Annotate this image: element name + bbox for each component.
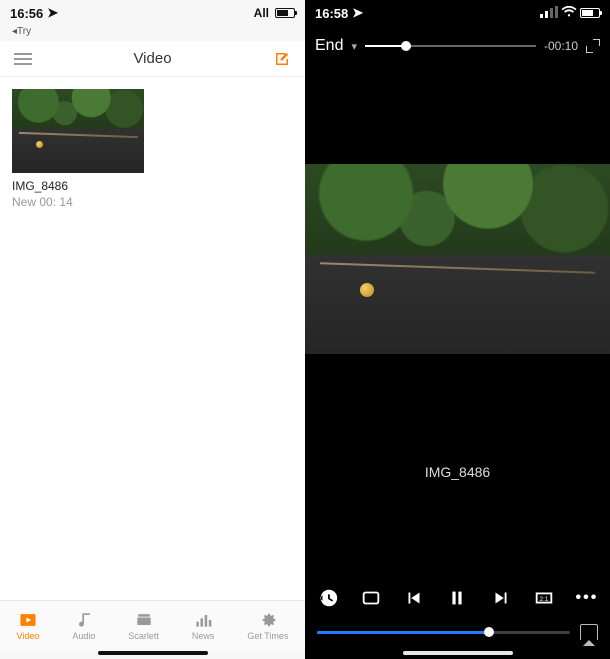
history-icon[interactable] (317, 587, 339, 609)
tab-label: Video (17, 631, 40, 641)
status-time: 16:58 (315, 6, 348, 21)
tab-label: News (192, 631, 215, 641)
thumbnail-name: IMG_8486 (12, 179, 144, 193)
play-icon (18, 611, 38, 629)
home-indicator[interactable] (0, 650, 305, 655)
aspect-ratio-icon[interactable]: 2:1 (533, 587, 555, 609)
tab-video[interactable]: Video (17, 611, 40, 641)
location-icon: ➤ (352, 5, 363, 21)
battery-icon (580, 8, 600, 18)
more-icon[interactable]: ••• (576, 587, 598, 609)
right-status-bar: 16:58 ➤ (305, 0, 610, 26)
battery-icon (275, 8, 295, 18)
chevron-down-icon[interactable]: ▾ (351, 40, 357, 53)
repeat-icon[interactable] (360, 587, 382, 609)
fullscreen-icon[interactable] (586, 39, 600, 53)
thumbnail-meta: New 00: 14 (12, 195, 144, 209)
airplay-icon[interactable] (580, 624, 598, 640)
pause-icon[interactable] (446, 587, 468, 609)
tab-label: Audio (72, 631, 95, 641)
back-breadcrumb[interactable]: ◂Try (0, 26, 305, 41)
page-title: Video (133, 50, 171, 67)
network-label: All (254, 6, 269, 20)
left-status-bar: 16:56 ➤ All (0, 0, 305, 26)
volume-slider[interactable] (365, 45, 536, 47)
tab-label: Scarlett (128, 631, 159, 641)
gear-icon (258, 611, 278, 629)
time-remaining: -00:10 (544, 39, 578, 53)
tab-audio[interactable]: Audio (72, 611, 95, 641)
music-icon (74, 611, 94, 629)
svg-text:2:1: 2:1 (539, 596, 548, 603)
home-indicator[interactable] (305, 650, 610, 655)
tab-label: Get Times (247, 631, 288, 641)
location-icon: ➤ (47, 5, 58, 21)
playback-slider[interactable] (317, 631, 570, 634)
signal-icon (540, 6, 558, 21)
title-label[interactable]: End (315, 37, 343, 55)
edit-icon[interactable] (273, 50, 291, 68)
previous-icon[interactable] (403, 587, 425, 609)
tab-scarlett[interactable]: Scarlett (128, 611, 159, 641)
menu-icon[interactable] (14, 53, 32, 65)
tab-news[interactable]: News (192, 611, 215, 641)
next-icon[interactable] (490, 587, 512, 609)
folder-icon (134, 611, 154, 629)
bars-icon (193, 611, 213, 629)
video-thumbnail[interactable]: IMG_8486 New 00: 14 (12, 89, 144, 209)
video-filename: IMG_8486 (305, 464, 610, 480)
tab-settings[interactable]: Get Times (247, 611, 288, 641)
wifi-icon (561, 6, 577, 21)
status-time: 16:56 (10, 6, 43, 21)
video-frame[interactable] (305, 164, 610, 354)
tab-bar: Video Audio Scarlett News Get Times (0, 600, 305, 650)
